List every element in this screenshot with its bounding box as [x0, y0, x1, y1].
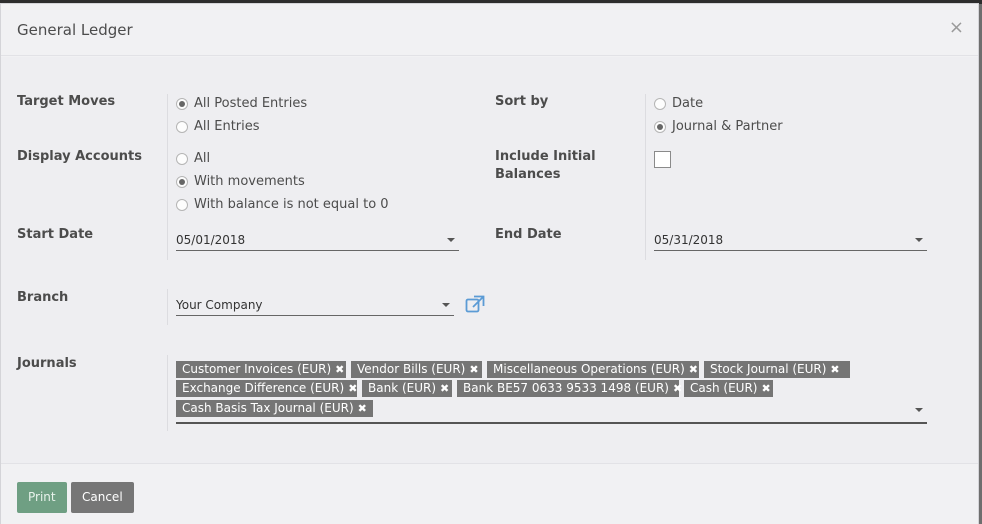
remove-tag-icon[interactable]: ✖ — [348, 382, 357, 395]
remove-tag-icon[interactable]: ✖ — [761, 382, 770, 395]
remove-tag-icon[interactable]: ✖ — [440, 382, 449, 395]
close-icon[interactable]: × — [949, 17, 964, 38]
target-moves-option-posted[interactable]: All Posted Entries — [176, 96, 307, 111]
journal-tag-label: Stock Journal (EUR) — [710, 362, 827, 376]
display-accounts-option-all[interactable]: All — [176, 151, 210, 166]
include-initial-balances-label-line2: Balances — [495, 167, 561, 182]
remove-tag-icon[interactable]: ✖ — [335, 363, 344, 376]
remove-tag-icon[interactable]: ✖ — [469, 363, 478, 376]
left-column-divider — [167, 94, 168, 260]
right-column-divider — [645, 94, 646, 260]
journal-tag-label: Customer Invoices (EUR) — [182, 362, 332, 376]
dialog-title: General Ledger — [17, 21, 133, 39]
end-date-input[interactable]: 05/31/2018 — [654, 229, 927, 251]
general-ledger-dialog: General Ledger × Target Moves All Posted… — [0, 3, 979, 524]
remove-tag-icon[interactable]: ✖ — [673, 382, 682, 395]
journal-tag-label: Exchange Difference (EUR) — [182, 381, 345, 395]
journal-tag: Cash (EUR) ✖ — [684, 380, 773, 397]
include-initial-balances-label-line1: Include Initial — [495, 149, 596, 164]
radio-button[interactable] — [176, 198, 188, 211]
journal-tag: Vendor Bills (EUR) ✖ — [351, 361, 482, 378]
journal-tag: Cash Basis Tax Journal (EUR) ✖ — [176, 400, 373, 417]
radio-button[interactable] — [176, 120, 188, 133]
display-accounts-label: Display Accounts — [17, 149, 142, 164]
include-initial-balances-label: Include Initial Balances — [495, 148, 596, 184]
radio-button-selected[interactable] — [176, 97, 188, 110]
start-date-value: 05/01/2018 — [176, 233, 246, 247]
journal-tag-label: Bank (EUR) — [368, 381, 437, 395]
end-date-label: End Date — [495, 227, 562, 242]
start-date-input[interactable]: 05/01/2018 — [176, 229, 459, 251]
radio-button-selected[interactable] — [654, 120, 666, 133]
radio-label: All Posted Entries — [194, 96, 308, 111]
sort-by-option-date[interactable]: Date — [654, 96, 703, 111]
radio-button-selected[interactable] — [176, 175, 188, 188]
branch-value: Your Company — [176, 298, 263, 312]
end-date-value: 05/31/2018 — [654, 233, 724, 247]
dialog-footer: Print Cancel — [1, 463, 978, 524]
remove-tag-icon[interactable]: ✖ — [689, 363, 698, 376]
radio-button[interactable] — [176, 152, 188, 165]
radio-label: All Entries — [194, 119, 260, 134]
branch-label: Branch — [17, 290, 69, 305]
journal-tag: Miscellaneous Operations (EUR) ✖ — [487, 361, 699, 378]
branch-select[interactable]: Your Company — [176, 294, 454, 316]
dialog-header: General Ledger × — [1, 4, 978, 56]
external-link-icon[interactable] — [465, 295, 485, 313]
radio-label: With balance is not equal to 0 — [194, 197, 389, 212]
radio-label: Date — [672, 96, 704, 111]
journal-tag-label: Vendor Bills (EUR) — [357, 362, 466, 376]
display-accounts-option-movements[interactable]: With movements — [176, 174, 305, 189]
journal-tag-label: Cash (EUR) — [690, 381, 758, 395]
journal-tag-label: Cash Basis Tax Journal (EUR) — [182, 401, 354, 415]
journal-tag: Exchange Difference (EUR) ✖ — [176, 380, 357, 397]
sort-by-label: Sort by — [495, 94, 549, 109]
dropdown-caret-icon[interactable] — [915, 408, 923, 412]
journal-tag: Bank (EUR) ✖ — [362, 380, 452, 397]
dropdown-caret-icon[interactable] — [442, 303, 450, 307]
dropdown-caret-icon[interactable] — [915, 238, 923, 242]
radio-label: With movements — [194, 174, 305, 189]
target-moves-option-all[interactable]: All Entries — [176, 119, 260, 134]
cancel-button[interactable]: Cancel — [71, 482, 134, 513]
print-button[interactable]: Print — [17, 482, 67, 513]
journals-tag-input[interactable]: Customer Invoices (EUR) ✖ Vendor Bills (E… — [176, 360, 927, 424]
dropdown-caret-icon[interactable] — [447, 238, 455, 242]
sort-by-option-journal-partner[interactable]: Journal & Partner — [654, 119, 783, 134]
radio-label: Journal & Partner — [672, 119, 783, 134]
journal-tag-label: Miscellaneous Operations (EUR) — [493, 362, 685, 376]
journal-tag: Bank BE57 0633 9533 1498 (EUR) ✖ — [457, 380, 682, 397]
radio-label: All — [194, 151, 211, 166]
include-initial-balances-checkbox[interactable] — [654, 151, 671, 168]
journal-tag: Stock Journal (EUR) ✖ — [704, 361, 850, 378]
journals-label: Journals — [17, 356, 77, 371]
remove-tag-icon[interactable]: ✖ — [358, 402, 367, 415]
dialog-body: Target Moves All Posted Entries All Entr… — [1, 57, 978, 463]
remove-tag-icon[interactable]: ✖ — [830, 363, 839, 376]
display-accounts-option-nonzero[interactable]: With balance is not equal to 0 — [176, 197, 389, 212]
branch-divider — [167, 289, 168, 325]
journal-tag: Customer Invoices (EUR) ✖ — [176, 361, 346, 378]
radio-button[interactable] — [654, 97, 666, 110]
start-date-label: Start Date — [17, 227, 94, 242]
journal-tag-label: Bank BE57 0633 9533 1498 (EUR) — [463, 381, 669, 395]
journals-divider — [167, 355, 168, 431]
target-moves-label: Target Moves — [17, 94, 116, 109]
